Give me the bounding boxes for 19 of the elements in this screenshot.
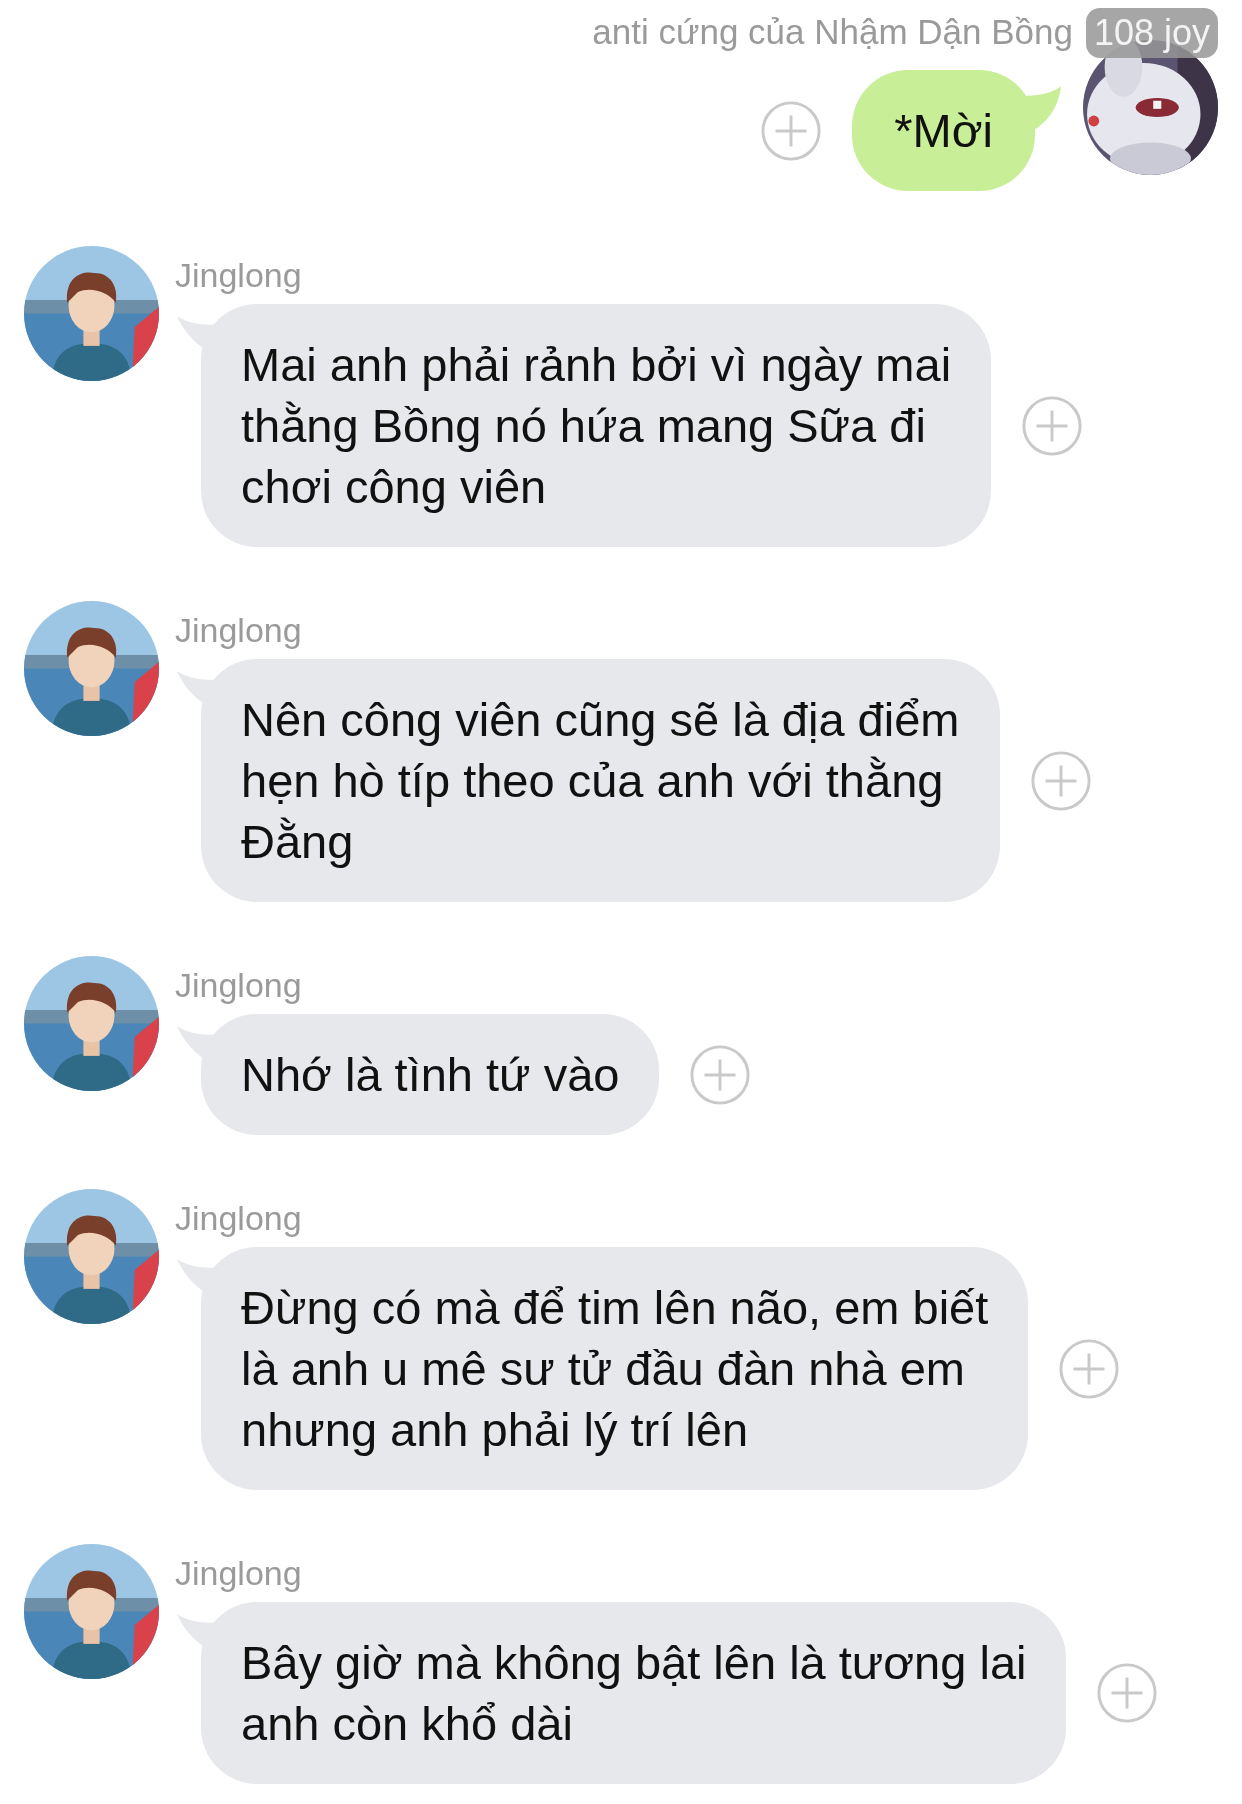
message-bubble: Mai anh phải rảnh bởi vì ngày mai thằng Bồng nó hứa mang Sữa đi chơi công viên [201,304,992,547]
sender-name: Jinglong [175,965,303,1006]
add-reaction-icon[interactable] [1029,749,1092,812]
add-reaction-icon[interactable] [1021,394,1084,457]
sender-name: Jinglong [175,610,303,651]
message-bubble: Bây giờ mà không bật lên là tương lai anh còn khổ dài [201,1602,1067,1784]
sender-name: Jinglong [175,1198,303,1239]
sender-name: Jinglong [175,255,303,296]
add-reaction-icon[interactable] [760,99,823,162]
add-reaction-icon[interactable] [1096,1662,1159,1724]
sender-name: Jinglong [175,1553,303,1594]
add-reaction-icon[interactable] [689,1043,752,1106]
message-bubble: Nhớ là tình tứ vào [201,1014,660,1135]
add-reaction-icon[interactable] [1058,1337,1121,1400]
message-bubble: *Mời [852,70,1035,191]
message-bubble: Nên công viên cũng sẽ là địa điểm hẹn hò típ theo của anh với thằng Đằng [201,659,1000,902]
sender-badge: 108 joy [1085,8,1218,58]
message-bubble: Đừng có mà để tim lên não, em biết là anh u mê sư tử đầu đàn nhà em nhưng anh phải lý trí lên [201,1247,1029,1490]
sender-name: anti cứng của Nhậm Dận Bồng [592,12,1073,52]
